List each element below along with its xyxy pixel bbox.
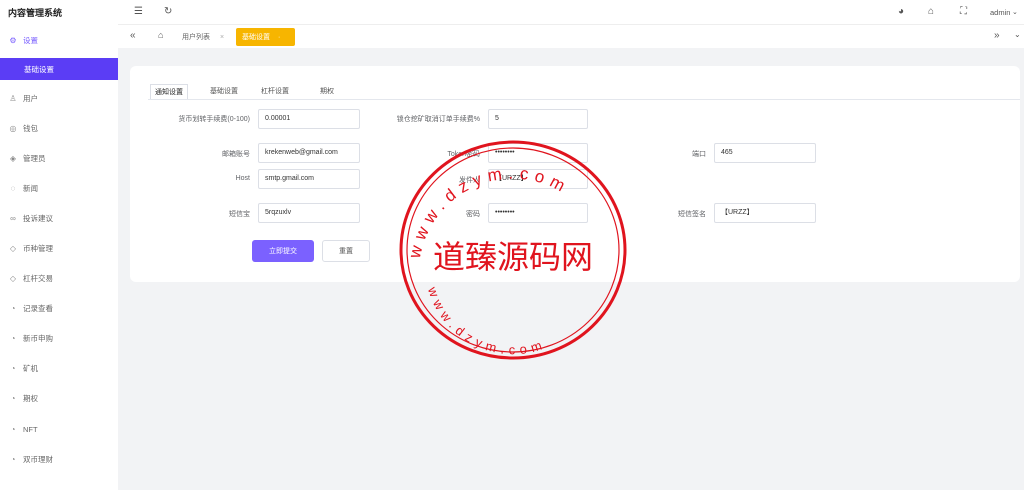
- fullscreen-icon[interactable]: ⛶: [960, 6, 967, 17]
- theme-icon[interactable]: ◕: [898, 6, 904, 17]
- host-label: Host: [235, 175, 250, 182]
- sms-label: 短信宝: [229, 211, 250, 218]
- tab-label: 用户列表: [182, 34, 210, 41]
- sms-input[interactable]: 5rqzuxlv: [258, 203, 360, 223]
- tab-options[interactable]: 期权: [316, 84, 338, 100]
- miner-icon: ◔: [10, 363, 16, 373]
- sidebar-item-label: 杠杆交易: [23, 273, 53, 283]
- sidebar-item-dual-finance[interactable]: ◔ 双币理财: [0, 448, 118, 470]
- news-icon: ◌: [10, 183, 16, 193]
- tab-basic-settings-form[interactable]: 基础设置: [206, 84, 242, 100]
- tab-lever-settings[interactable]: 杠杆设置: [257, 84, 293, 100]
- sidebar-item-admin[interactable]: ◈ 管理员: [0, 147, 118, 169]
- sidebar-item-settings[interactable]: ⚙ 设置: [0, 29, 118, 51]
- tab-notification-settings[interactable]: 通知设置: [150, 84, 188, 100]
- app-brand: 内容管理系统: [8, 8, 63, 18]
- sidebar-item-news[interactable]: ◌ 新闻: [0, 177, 118, 199]
- sidebar-item-label: 新闻: [23, 183, 38, 193]
- option-icon: ◔: [10, 393, 16, 403]
- tabs-scroll-left-icon[interactable]: «: [130, 30, 136, 41]
- sidebar-item-label: 期权: [23, 393, 38, 403]
- sidebar-item-label: 新币申购: [23, 333, 53, 343]
- nft-icon: ◔: [10, 424, 16, 434]
- submit-button[interactable]: 立即提交: [252, 240, 314, 262]
- gear-icon: ⚙: [9, 35, 17, 45]
- menu-collapse-icon[interactable]: ☰: [134, 6, 143, 17]
- sidebar-item-coin-management[interactable]: ◇ 币种管理: [0, 237, 118, 259]
- wallet-icon: ◎: [9, 123, 17, 133]
- sidebar-item-label: 双币理财: [23, 454, 53, 464]
- record-icon: ◔: [10, 303, 16, 313]
- finance-icon: ◔: [10, 454, 16, 464]
- watermark-title: 道臻源码网: [433, 238, 593, 276]
- sidebar-item-miner[interactable]: ◔ 矿机: [0, 357, 118, 379]
- top-header: ☰ ↻ ◕ ⌂ ⛶ admin ⌄: [118, 0, 1024, 24]
- sidebar-item-label: 用户: [23, 93, 38, 103]
- email-label: 邮箱账号: [222, 151, 250, 158]
- sidebar-subitem-basic-settings[interactable]: 基础设置: [0, 58, 118, 80]
- user-icon: ♙: [9, 93, 17, 103]
- reset-button[interactable]: 重置: [322, 240, 370, 262]
- chevron-down-icon[interactable]: ⌄: [1014, 30, 1021, 39]
- tab-user-list[interactable]: 用户列表 ×: [176, 28, 230, 46]
- sidebar-item-label: 管理员: [23, 153, 46, 163]
- sidebar-item-label: 矿机: [23, 363, 38, 373]
- sidebar-item-label: 币种管理: [23, 243, 53, 253]
- close-icon[interactable]: ×: [220, 34, 224, 41]
- tab-divider: [148, 99, 1020, 100]
- feedback-icon: ∞: [10, 213, 16, 223]
- host-input[interactable]: smtp.gmail.com: [258, 169, 360, 189]
- sidebar-subitem-label: 基础设置: [24, 64, 54, 74]
- watermark-stamp: www.dzym.com 道臻源码网 www.dzym.com: [399, 140, 627, 360]
- coin-icon: ◇: [9, 243, 17, 253]
- tab-label: 基础设置: [242, 34, 270, 41]
- sidebar-item-wallet[interactable]: ◎ 钱包: [0, 117, 118, 139]
- sidebar-item-label: 钱包: [23, 123, 38, 133]
- tab-basic-settings[interactable]: 基础设置 ·: [236, 28, 295, 46]
- sidebar-item-users[interactable]: ♙ 用户: [0, 87, 118, 109]
- sidebar-item-label: 记录查看: [23, 303, 53, 313]
- tabs-scroll-right-icon[interactable]: »: [994, 30, 1000, 41]
- coin-fee-label: 货币划转手续费(0-100): [178, 116, 250, 123]
- email-input[interactable]: krekenweb@gmail.com: [258, 143, 360, 163]
- sidebar-item-lever-trading[interactable]: ◇ 杠杆交易: [0, 267, 118, 289]
- refresh-icon[interactable]: ↻: [164, 6, 172, 17]
- sidebar: 内容管理系统 ⚙ 设置 基础设置 ♙ 用户 ◎ 钱包 ◈ 管理员 ◌ 新闻 ∞ …: [0, 0, 118, 490]
- sidebar-item-label: 投诉建议: [23, 213, 53, 223]
- sidebar-item-options[interactable]: ◔ 期权: [0, 387, 118, 409]
- sms-sign-input[interactable]: 【URZZ】: [714, 203, 816, 223]
- sidebar-item-nft[interactable]: ◔ NFT: [0, 418, 118, 440]
- tag-icon[interactable]: ⌂: [928, 6, 934, 17]
- chevron-down-icon[interactable]: ⌄: [1012, 8, 1018, 16]
- sidebar-item-label: NFT: [23, 424, 38, 434]
- sidebar-item-feedback[interactable]: ∞ 投诉建议: [0, 207, 118, 229]
- close-icon[interactable]: ·: [278, 34, 280, 41]
- port-input[interactable]: 465: [714, 143, 816, 163]
- sidebar-item-records[interactable]: ◔ 记录查看: [0, 297, 118, 319]
- page-tabs-bar: « ⌂ 用户列表 × 基础设置 · » ⌄: [118, 24, 1024, 48]
- sidebar-item-label: 设置: [23, 35, 38, 45]
- home-icon[interactable]: ⌂: [158, 30, 163, 40]
- lever-icon: ◇: [9, 273, 17, 283]
- subscribe-icon: ◔: [10, 333, 16, 343]
- admin-icon: ◈: [9, 153, 17, 163]
- watermark-bottom-text: www.dzym.com: [425, 284, 549, 357]
- sidebar-item-new-coin[interactable]: ◔ 新币申购: [0, 327, 118, 349]
- user-menu[interactable]: admin: [990, 8, 1010, 17]
- mining-fee-label: 锁仓挖矿取消订单手续费%: [396, 116, 480, 123]
- coin-fee-input[interactable]: 0.00001: [258, 109, 360, 129]
- mining-fee-input[interactable]: 5: [488, 109, 588, 129]
